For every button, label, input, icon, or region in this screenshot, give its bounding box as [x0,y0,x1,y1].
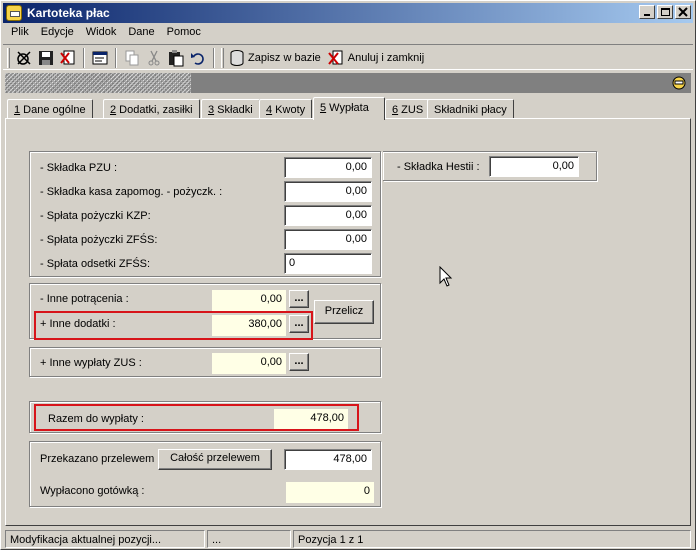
calosc-przelewem-button[interactable]: Całość przelewem [158,449,272,470]
pzu-label: - Składka PZU : [40,162,118,174]
tab-label: Składki [214,104,253,116]
kzp-label: - Spłata pożyczki KZP: [40,210,151,222]
status-bar: Modyfikacja aktualnej pozycji... ... Poz… [3,529,693,549]
cancel-close-icon [327,50,343,65]
hestia-input[interactable]: 0,00 [489,156,579,177]
przekazano-label: Przekazano przelewem : [40,453,161,465]
tab-label: Dodatki, zasiłki [116,104,193,116]
save-to-db-button[interactable]: Zapisz w bazie [227,47,325,69]
tab-label: Składniki płacy [434,104,507,116]
app-window: Kartoteka płac Plik Edycje Widok Dane Po… [0,0,696,550]
toolbar-grip[interactable] [221,48,224,68]
toolbar-separator [213,48,215,68]
save-to-db-label: Zapisz w bazie [248,52,321,64]
toolbar: Zapisz w bazie Anuluj i zamknij [3,44,693,70]
wyplacono-label: Wypłacono gotówką : [40,485,145,497]
properties-icon [92,51,108,65]
zfss-loan-label: - Spłata pożyczki ZFŚS: [40,234,158,246]
przelicz-button[interactable]: Przelicz [314,300,374,324]
scissors-icon [148,50,160,66]
menu-widok[interactable]: Widok [80,24,123,42]
tab-kwoty[interactable]: 4 Kwoty [259,99,313,119]
window-title: Kartoteka płac [27,6,110,20]
kasa-zapomog-label: - Składka kasa zapomog. - pożyczk. : [40,186,223,198]
hestia-label: - Składka Hestii : [397,161,480,173]
close-button[interactable] [675,5,691,19]
menu-pomoc[interactable]: Pomoc [161,24,207,42]
zfss-interest-label: - Spłata odsetki ZFŚS: [40,258,151,270]
mouse-cursor-icon [439,266,453,287]
save-disk-button[interactable] [35,47,57,69]
menu-dane[interactable]: Dane [122,24,160,42]
maximize-button[interactable] [657,5,673,19]
status-position: Pozycja 1 z 1 [293,530,691,548]
zus-value: 0,00 [212,353,286,374]
kasa-zapomog-input[interactable]: 0,00 [284,181,372,202]
cancel-close-label: Anuluj i zamknij [347,52,425,64]
undo-button[interactable] [187,47,209,69]
copy-icon [125,50,139,66]
zus-label: + Inne wypłaty ZUS : [40,357,142,369]
paste-button[interactable] [165,47,187,69]
toolbar-separator [115,48,117,68]
zfss-interest-input[interactable]: 0 [284,253,372,274]
cancel-close-button[interactable]: Anuluj i zamknij [325,47,428,69]
wyplacono-value: 0 [286,482,374,503]
undo-icon [191,53,204,65]
tab-dane-ogolne[interactable]: 1 Dane ogólne [7,99,93,119]
status-message: Modyfikacja aktualnej pozycji... [5,530,205,548]
inne-potracenia-details-button[interactable]: ... [289,290,309,308]
header-strip [5,73,691,93]
tab-label: Kwoty [272,104,306,116]
transfer-group: Przekazano przelewem : Całość przelewem … [29,441,381,507]
tab-skladki[interactable]: 3 Składki [201,99,260,119]
refresh-button[interactable] [13,47,35,69]
delete-button[interactable] [57,47,79,69]
minimize-icon [644,14,650,16]
kzp-input[interactable]: 0,00 [284,205,372,226]
tab-label: ZUS [398,104,424,116]
title-bar[interactable]: Kartoteka płac [3,3,693,23]
highlight-razem [34,404,359,431]
toolbar-grip[interactable] [7,48,10,68]
paste-icon [169,50,184,67]
close-icon [678,7,688,17]
tab-dodatki-zasilki[interactable]: 2 Dodatki, zasiłki [103,99,200,119]
copy-button[interactable] [121,47,143,69]
zfss-loan-input[interactable]: 0,00 [284,229,372,250]
inne-potracenia-value: 0,00 [212,290,286,311]
menu-edycje[interactable]: Edycje [35,24,80,42]
highlight-inne-dodatki [34,311,313,340]
pzu-input[interactable]: 0,00 [284,157,372,178]
zus-group: + Inne wypłaty ZUS : 0,00 ... [29,347,381,377]
maximize-icon [661,8,670,16]
minimize-button[interactable] [639,5,655,19]
properties-button[interactable] [89,47,111,69]
inne-potracenia-label: - Inne potrącenia : [40,293,129,305]
cut-button[interactable] [143,47,165,69]
floppy-icon [39,51,53,65]
refresh-icon [17,51,31,65]
delete-doc-icon [60,50,75,65]
tab-skladniki-placy[interactable]: Składniki płacy [427,99,514,119]
hestia-group: - Składka Hestii : 0,00 [383,151,597,181]
zus-details-button[interactable]: ... [289,353,309,371]
status-middle: ... [207,530,291,548]
przekazano-input[interactable]: 478,00 [284,449,372,470]
tab-label: Wypłata [326,102,369,114]
database-save-icon [230,50,244,66]
app-mascot-icon [672,76,686,90]
toolbar-separator [83,48,85,68]
tab-label: Dane ogólne [20,104,86,116]
menu-plik[interactable]: Plik [3,24,35,42]
tab-zus[interactable]: 6 ZUS [385,99,431,119]
tab-wyplata[interactable]: 5 Wypłata [313,97,385,120]
menu-bar: Plik Edycje Widok Dane Pomoc [3,24,693,42]
header-pattern [5,73,191,93]
app-icon [6,5,22,21]
deductions-group: - Składka PZU : 0,00 - Składka kasa zapo… [29,151,381,277]
